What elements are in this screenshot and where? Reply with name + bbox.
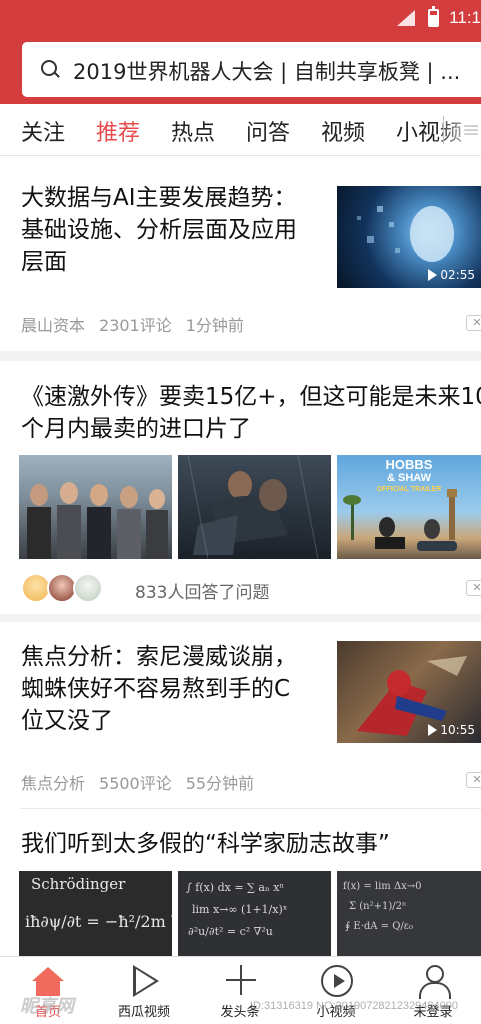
article-image[interactable]: ∫ f(x) dx = ∑ aₙ xⁿ lim x→∞ (1+1/x)ˣ ∂²u… <box>178 871 331 959</box>
play-icon <box>428 724 438 736</box>
search-icon <box>41 60 57 76</box>
article-thumbnail[interactable]: 02:55 <box>337 186 481 288</box>
battery-icon <box>428 6 439 27</box>
article-title[interactable]: 大数据与AI主要发展趋势：基础设施、分析层面及应用层面 <box>21 182 311 278</box>
nav-profile[interactable]: 未登录 <box>385 957 481 1024</box>
feed-separator <box>0 351 481 361</box>
article-meta: 晨山资本 2301评论 1分钟前 <box>21 312 258 336</box>
article-image[interactable]: HOBBS & SHAW OFFICIAL TRAILER <box>337 455 481 559</box>
poster-title-1: HOBBS <box>386 457 433 472</box>
chalkboard-text: Schrödinger <box>31 875 126 893</box>
user-icon <box>418 965 451 999</box>
svg-text:∮ E·dA = Q/ε₀: ∮ E·dA = Q/ε₀ <box>345 921 413 932</box>
poster-subtitle: OFFICIAL TRAILER <box>377 486 441 493</box>
nav-post[interactable]: 发头条 <box>192 957 288 1024</box>
tab-follow[interactable]: 关注 <box>21 115 65 147</box>
hobbs-shaw-poster-image: HOBBS & SHAW OFFICIAL TRAILER <box>343 457 457 551</box>
svg-text:Σ (n²+1)/2ⁿ: Σ (n²+1)/2ⁿ <box>349 901 406 912</box>
channel-manage-icon[interactable]: ≡ <box>462 118 480 143</box>
tabs-divider <box>443 116 444 144</box>
video-duration: 02:55 <box>428 268 475 282</box>
article-image[interactable]: f(x) = lim Δx→0 Σ (n²+1)/2ⁿ ∮ E·dA = Q/ε… <box>337 871 481 959</box>
article-title[interactable]: 我们听到太多假的“科学家励志故事” <box>21 828 481 860</box>
app-header: 11:1 2019世界机器人大会 | 自制共享板凳 | ... <box>0 0 481 104</box>
play-outline-icon <box>133 965 159 997</box>
article-time: 55分钟前 <box>185 774 255 793</box>
svg-text:∫ f(x) dx = ∑ aₙ xⁿ: ∫ f(x) dx = ∑ aₙ xⁿ <box>186 881 284 894</box>
fight-scene-image <box>187 455 319 559</box>
status-bar: 11:1 <box>0 0 481 36</box>
tab-recommend[interactable]: 推荐 <box>96 115 140 147</box>
dislike-button[interactable]: ✕ <box>466 772 481 788</box>
video-duration: 10:55 <box>428 723 475 737</box>
article-time: 1分钟前 <box>185 316 244 335</box>
poster-title-2: & SHAW <box>387 472 432 484</box>
nav-short-video[interactable]: 小视频 <box>288 957 384 1024</box>
group-photo-image <box>27 482 168 559</box>
dislike-button[interactable]: ✕ <box>466 580 481 596</box>
tab-qa[interactable]: 问答 <box>246 115 290 147</box>
article-source[interactable]: 晨山资本 <box>21 316 85 335</box>
article-image[interactable] <box>19 455 172 559</box>
article-title[interactable]: 《速激外传》要卖15亿+，但这可能是未来10个月内最卖的进口片了 <box>21 381 481 445</box>
duration-text: 10:55 <box>440 723 475 737</box>
signal-icon <box>397 10 415 26</box>
plus-icon <box>226 965 256 995</box>
article-image[interactable]: Schrödinger iħ∂ψ/∂t = −ħ²/2m ∇²ψ+V <box>19 871 172 959</box>
chalkboard-image: ∫ f(x) dx = ∑ aₙ xⁿ lim x→∞ (1+1/x)ˣ ∂²u… <box>186 881 288 938</box>
answer-count: 833人回答了问题 <box>135 583 270 603</box>
article-source[interactable]: 焦点分析 <box>21 774 85 793</box>
article-thumbnail[interactable]: 10:55 <box>337 641 481 743</box>
feed-separator <box>0 614 481 622</box>
user-avatar[interactable] <box>73 573 103 603</box>
tab-video[interactable]: 视频 <box>321 115 365 147</box>
search-bar[interactable]: 2019世界机器人大会 | 自制共享板凳 | ... <box>22 42 481 97</box>
svg-text:iħ∂ψ/∂t = −ħ²/2m ∇²ψ+V: iħ∂ψ/∂t = −ħ²/2m ∇²ψ+V <box>25 912 172 931</box>
article-comments: 5500评论 <box>99 774 172 793</box>
watermark-id: ID:31316319 NO:20190728212329484000 <box>250 1000 458 1012</box>
svg-text:f(x) = lim Δx→0: f(x) = lim Δx→0 <box>343 881 422 892</box>
tab-hot[interactable]: 热点 <box>171 115 215 147</box>
feed-divider <box>20 808 481 809</box>
nav-label: 西瓜视频 <box>117 1005 170 1020</box>
status-time: 11:1 <box>449 8 481 27</box>
dislike-button[interactable]: ✕ <box>466 315 481 331</box>
duration-text: 02:55 <box>440 268 475 282</box>
channel-tabs: 关注 推荐 热点 问答 视频 小视频 ≡ <box>0 104 481 156</box>
article-image[interactable] <box>178 455 331 559</box>
article-comments: 2301评论 <box>99 316 172 335</box>
play-icon <box>428 269 438 281</box>
chalkboard-image: Schrödinger iħ∂ψ/∂t = −ħ²/2m ∇²ψ+V <box>25 875 172 931</box>
nav-xigua-video[interactable]: 西瓜视频 <box>96 957 192 1024</box>
search-suggestion-text: 2019世界机器人大会 | 自制共享板凳 | ... <box>73 60 461 84</box>
svg-text:lim x→∞ (1+1/x)ˣ: lim x→∞ (1+1/x)ˣ <box>192 903 288 916</box>
svg-text:∂²u/∂t² = c² ∇²u: ∂²u/∂t² = c² ∇²u <box>188 925 273 938</box>
watermark-logo: 昵享网 <box>20 996 74 1017</box>
short-video-icon <box>321 965 353 997</box>
article-meta: 焦点分析 5500评论 55分钟前 <box>21 770 268 794</box>
article-title[interactable]: 焦点分析：索尼漫威谈崩，蜘蛛侠好不容易熬到手的C位又没了 <box>21 641 311 737</box>
chalkboard-image: f(x) = lim Δx→0 Σ (n²+1)/2ⁿ ∮ E·dA = Q/ε… <box>343 881 422 932</box>
